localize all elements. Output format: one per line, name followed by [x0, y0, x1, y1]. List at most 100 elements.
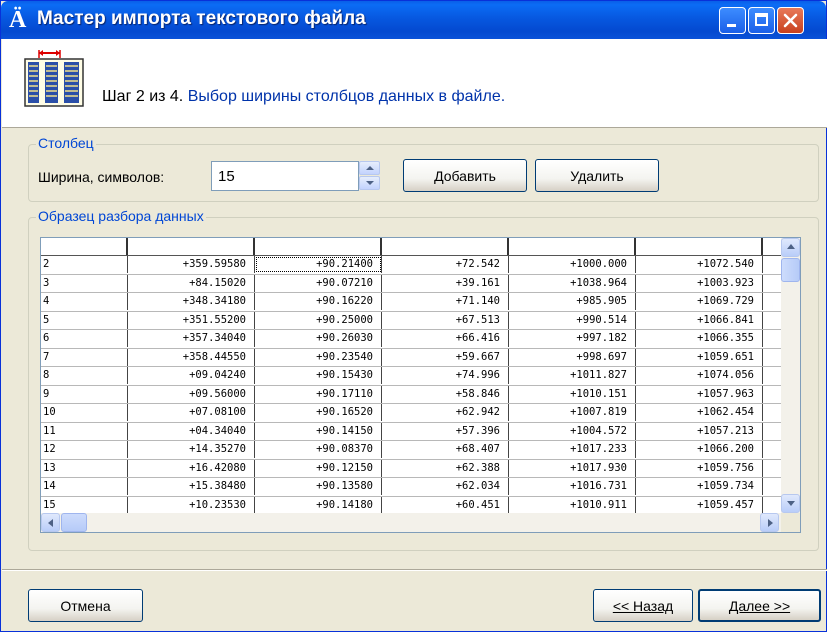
table-cell[interactable]: +68.407 — [382, 441, 509, 458]
table-cell[interactable]: +1059.651 — [636, 348, 763, 366]
table-cell[interactable]: +62.942 — [382, 404, 509, 421]
table-cell[interactable]: +1059.457 — [636, 496, 763, 513]
table-cell[interactable]: +90.17110 — [255, 385, 382, 403]
table-cell[interactable]: +985.905 — [509, 293, 636, 310]
scroll-down-button[interactable] — [781, 494, 800, 513]
scroll-right-button[interactable] — [760, 513, 779, 532]
table-cell[interactable]: +74.996 — [382, 367, 509, 384]
table-cell[interactable]: +359.59580 — [128, 256, 255, 273]
table-cell[interactable]: +1000.000 — [509, 256, 636, 273]
table-cell[interactable]: +15.38480 — [128, 478, 255, 495]
table-cell[interactable]: +348.34180 — [128, 293, 255, 310]
table-cell[interactable]: +66.416 — [382, 330, 509, 347]
table-cell[interactable]: +998.697 — [509, 348, 636, 366]
table-cell[interactable]: +90.14150 — [255, 422, 382, 440]
table-cell[interactable]: +62.388 — [382, 459, 509, 477]
table-cell[interactable]: +90.21400 — [255, 256, 382, 273]
horizontal-scroll-thumb[interactable] — [61, 513, 87, 532]
table-cell[interactable]: +1074.056 — [636, 367, 763, 384]
table-cell[interactable]: +1010.911 — [509, 496, 636, 513]
spin-down-button[interactable] — [359, 176, 380, 190]
column-break[interactable] — [128, 238, 255, 255]
table-cell[interactable]: +59.667 — [382, 348, 509, 366]
table-cell[interactable]: +09.56000 — [128, 385, 255, 403]
table-cell[interactable]: +09.04240 — [128, 367, 255, 384]
table-cell[interactable]: +90.16220 — [255, 293, 382, 310]
table-cell[interactable]: +1059.734 — [636, 478, 763, 495]
table-cell[interactable]: +90.15430 — [255, 367, 382, 384]
column-break[interactable] — [636, 238, 763, 255]
table-cell[interactable]: +14.35270 — [128, 441, 255, 458]
row-number-cell[interactable]: 8 — [41, 367, 128, 384]
table-cell[interactable]: +1016.731 — [509, 478, 636, 495]
table-cell[interactable]: +1003.923 — [636, 274, 763, 292]
width-input[interactable] — [211, 161, 359, 191]
title-bar[interactable]: Ä Мастер импорта текстового файла — [1, 1, 826, 39]
table-cell[interactable]: +67.513 — [382, 311, 509, 329]
table-cell[interactable]: +90.08370 — [255, 441, 382, 458]
table-cell[interactable]: +1007.819 — [509, 404, 636, 421]
row-number-cell[interactable]: 6 — [41, 330, 128, 347]
table-cell[interactable]: +72.542 — [382, 256, 509, 273]
table-cell[interactable]: +90.13580 — [255, 478, 382, 495]
table-cell[interactable]: +990.514 — [509, 311, 636, 329]
maximize-button[interactable] — [748, 7, 775, 34]
table-cell[interactable]: +358.44550 — [128, 348, 255, 366]
row-number-cell[interactable]: 2 — [41, 256, 128, 273]
row-number-cell[interactable]: 5 — [41, 311, 128, 329]
row-number-cell[interactable]: 10 — [41, 404, 128, 421]
table-cell[interactable]: +1017.930 — [509, 459, 636, 477]
scroll-left-button[interactable] — [41, 513, 60, 532]
back-button[interactable]: << Назад — [593, 589, 693, 622]
vertical-scrollbar[interactable] — [781, 238, 800, 513]
table-cell[interactable]: +1057.963 — [636, 385, 763, 403]
scroll-up-button[interactable] — [781, 238, 800, 257]
horizontal-scrollbar[interactable] — [41, 513, 781, 532]
table-cell[interactable]: +90.25000 — [255, 311, 382, 329]
grid-area[interactable]: 2 +359.59580 +90.21400 +72.542 +1000.000 +107… — [41, 238, 781, 513]
table-cell[interactable]: +1011.827 — [509, 367, 636, 384]
table-cell[interactable]: +1062.454 — [636, 404, 763, 421]
width-spinner[interactable] — [359, 161, 380, 191]
table-cell[interactable]: +90.14180 — [255, 496, 382, 513]
table-cell[interactable]: +90.07210 — [255, 274, 382, 292]
add-column-button[interactable]: Добавить — [403, 159, 527, 192]
table-cell[interactable]: +16.42080 — [128, 459, 255, 477]
cancel-button[interactable]: Отмена — [28, 589, 143, 622]
table-cell[interactable]: +1072.540 — [636, 256, 763, 273]
row-number-cell[interactable]: 3 — [41, 274, 128, 292]
minimize-button[interactable] — [719, 7, 746, 34]
table-cell[interactable]: +90.26030 — [255, 330, 382, 347]
close-button[interactable] — [777, 7, 804, 34]
row-number-cell[interactable]: 14 — [41, 478, 128, 495]
table-cell[interactable]: +1066.355 — [636, 330, 763, 347]
table-cell[interactable]: +997.182 — [509, 330, 636, 347]
row-number-cell[interactable]: 13 — [41, 459, 128, 477]
table-cell[interactable]: +07.08100 — [128, 404, 255, 421]
table-cell[interactable]: +57.396 — [382, 422, 509, 440]
table-cell[interactable]: +1066.200 — [636, 441, 763, 458]
table-cell[interactable]: +1066.841 — [636, 311, 763, 329]
table-cell[interactable]: +1057.213 — [636, 422, 763, 440]
table-cell[interactable]: +84.15020 — [128, 274, 255, 292]
table-cell[interactable]: +1017.233 — [509, 441, 636, 458]
row-number-cell[interactable]: 12 — [41, 441, 128, 458]
table-cell[interactable]: +1038.964 — [509, 274, 636, 292]
table-cell[interactable]: +357.34040 — [128, 330, 255, 347]
table-cell[interactable]: +71.140 — [382, 293, 509, 310]
table-cell[interactable]: +04.34040 — [128, 422, 255, 440]
table-cell[interactable]: +90.16520 — [255, 404, 382, 421]
next-button[interactable]: Далее >> — [698, 589, 821, 622]
row-number-cell[interactable]: 7 — [41, 348, 128, 366]
table-cell[interactable]: +60.451 — [382, 496, 509, 513]
data-preview-grid[interactable]: 2 +359.59580 +90.21400 +72.542 +1000.000 +107… — [40, 237, 801, 533]
table-cell[interactable]: +1010.151 — [509, 385, 636, 403]
delete-column-button[interactable]: Удалить — [535, 159, 659, 192]
table-cell[interactable]: +39.161 — [382, 274, 509, 292]
table-cell[interactable]: +1004.572 — [509, 422, 636, 440]
row-number-cell[interactable]: 4 — [41, 293, 128, 310]
table-cell[interactable]: +58.846 — [382, 385, 509, 403]
vertical-scroll-thumb[interactable] — [781, 258, 800, 282]
row-number-cell[interactable]: 9 — [41, 385, 128, 403]
spin-up-button[interactable] — [359, 161, 380, 175]
